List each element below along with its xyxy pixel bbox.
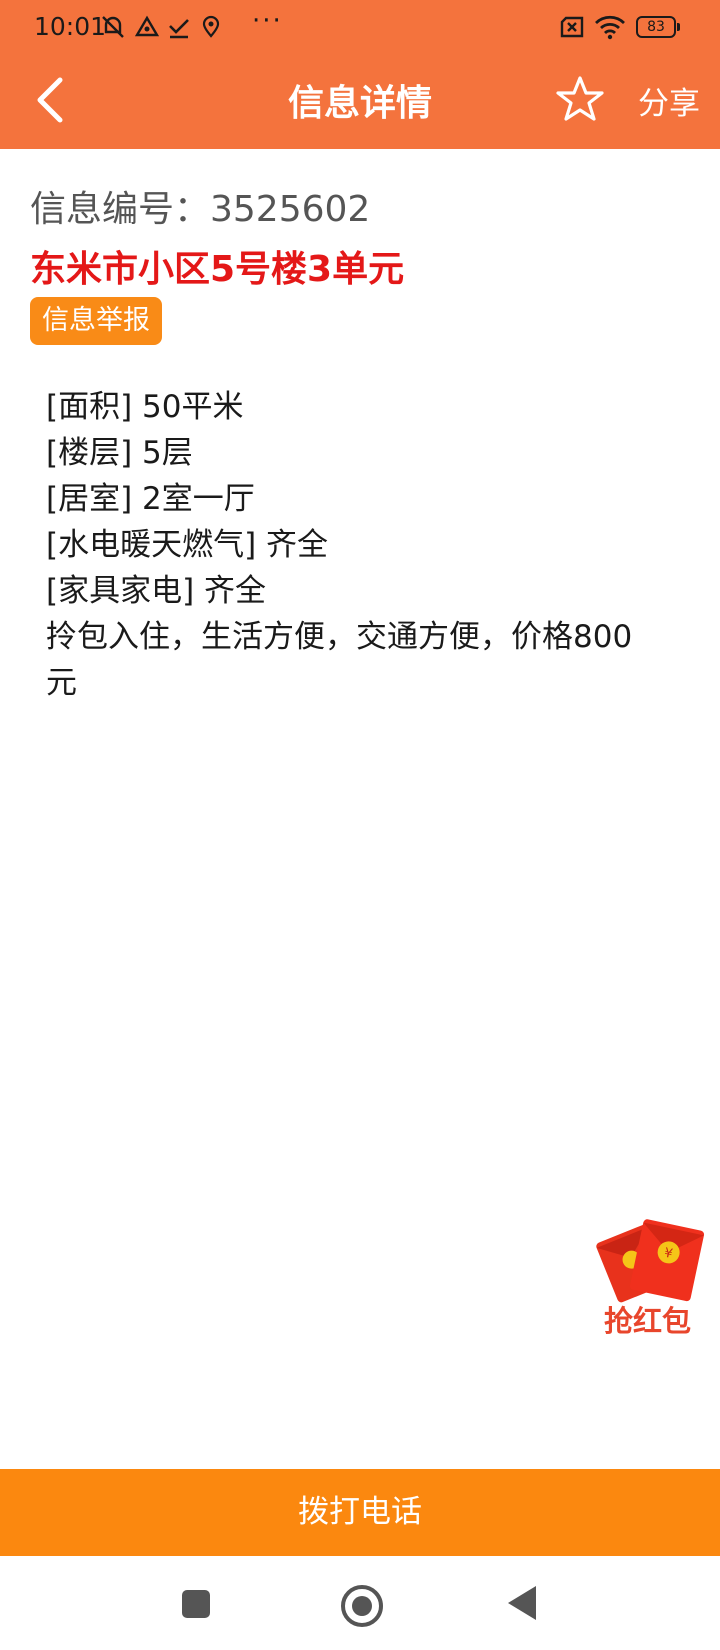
share-button[interactable]: 分享 <box>638 78 700 123</box>
detail-furniture: [家具家电] 齐全 <box>46 573 267 609</box>
sim-off-icon <box>560 16 584 38</box>
download-done-icon <box>169 19 189 39</box>
status-time: 10:01 <box>34 12 107 41</box>
nav-back-triangle-icon[interactable] <box>508 1586 536 1620</box>
back-chevron-icon[interactable] <box>26 72 76 128</box>
triangle-app-icon <box>134 15 160 37</box>
listing-details: [面积] 50平米 [楼层] 5层 [居室] 2室一厅 [水电暖天燃气] 齐全 … <box>46 384 666 706</box>
report-button[interactable]: 信息举报 <box>30 297 162 345</box>
recents-square-icon[interactable] <box>182 1590 210 1618</box>
info-number: 信息编号：3525602 <box>30 189 371 230</box>
home-circle-icon[interactable] <box>341 1585 383 1627</box>
favorite-star-icon[interactable] <box>554 74 606 126</box>
battery-indicator: 83 <box>636 16 680 38</box>
wifi-icon <box>595 15 625 40</box>
detail-floor: [楼层] 5层 <box>46 435 193 471</box>
page-title: 信息详情 <box>287 83 432 124</box>
mute-bell-icon <box>102 16 124 38</box>
detail-description: 拎包入住，生活方便，交通方便，价格800 元 <box>46 619 633 701</box>
location-pin-icon <box>202 15 220 38</box>
status-bar: 10:01 ··· 83 <box>0 0 720 56</box>
listing-title: 东米市小区5号楼3单元 <box>30 249 405 290</box>
red-packet-label[interactable]: 抢红包 <box>604 1298 691 1340</box>
detail-rooms: [居室] 2室一厅 <box>46 481 255 517</box>
detail-area: [面积] 50平米 <box>46 389 244 425</box>
status-more: ··· <box>252 6 283 36</box>
app-header: 10:01 ··· 83 信息详情 分享 <box>0 0 720 149</box>
detail-utilities: [水电暖天燃气] 齐全 <box>46 527 329 563</box>
call-button[interactable]: 拨打电话 <box>0 1469 720 1556</box>
